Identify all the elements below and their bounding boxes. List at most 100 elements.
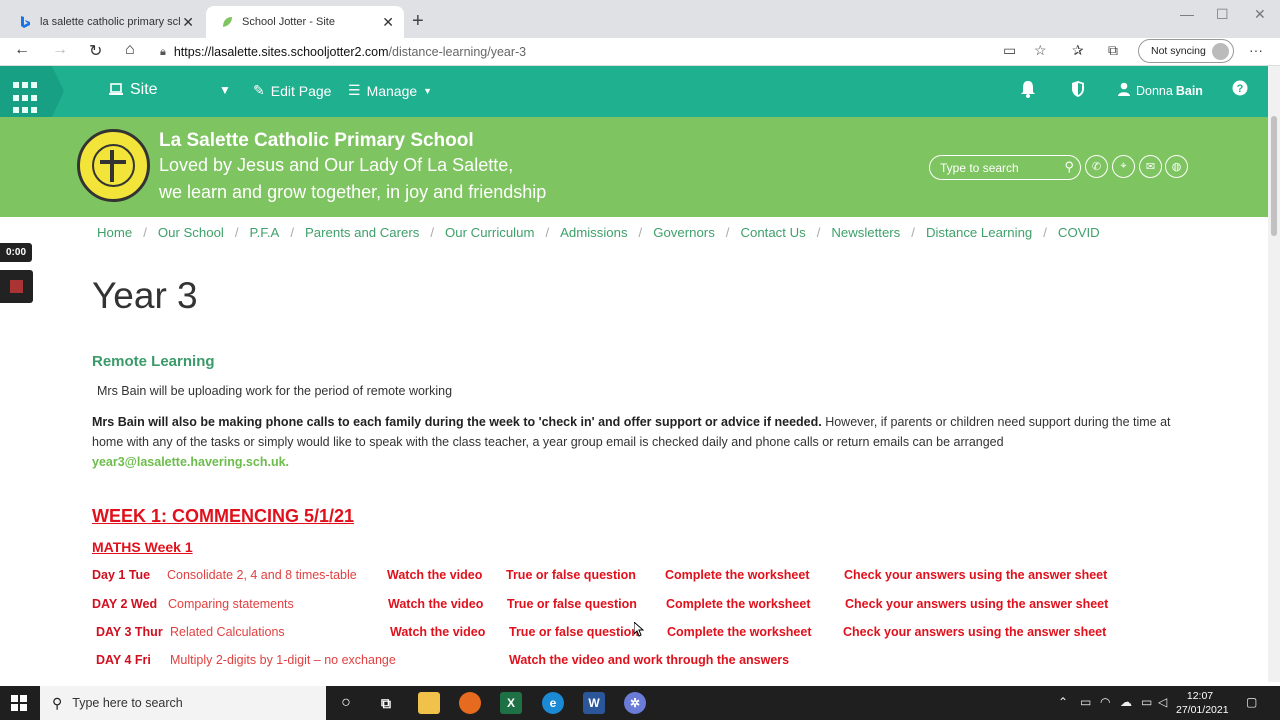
- school-header: La Salette Catholic Primary School Loved…: [0, 117, 1268, 217]
- close-window-icon[interactable]: ✕: [1254, 6, 1266, 23]
- word-icon[interactable]: W: [583, 692, 605, 714]
- nav-item-governors[interactable]: Governors: [653, 225, 715, 243]
- nav-item-parents-and-carers[interactable]: Parents and Carers: [305, 225, 419, 243]
- watch-video-link[interactable]: Watch the video: [390, 625, 485, 639]
- task-view-icon[interactable]: ⧉: [375, 692, 397, 714]
- dropdown-caret-icon[interactable]: ▼: [219, 83, 231, 97]
- settings-app-icon[interactable]: ✲: [624, 692, 646, 714]
- map-pin-icon[interactable]: ⌖: [1112, 155, 1135, 178]
- nav-separator: /: [430, 225, 435, 240]
- firefox-icon[interactable]: [459, 692, 481, 714]
- answer-sheet-link[interactable]: Check your answers using the answer shee…: [844, 568, 1107, 582]
- close-tab-icon[interactable]: ✕: [382, 14, 394, 31]
- forward-arrow-icon[interactable]: →: [52, 41, 68, 59]
- worksheet-link[interactable]: Complete the worksheet: [666, 597, 810, 611]
- worksheet-link[interactable]: Complete the worksheet: [667, 625, 811, 639]
- add-favorite-icon[interactable]: ☆: [1034, 42, 1047, 59]
- admin-bar-chevron: [52, 66, 64, 117]
- maths-heading: MATHS Week 1: [92, 539, 193, 555]
- edit-page-button[interactable]: ✎ Edit Page: [253, 82, 331, 99]
- nav-item-admissions[interactable]: Admissions: [560, 225, 627, 243]
- globe-icon[interactable]: ◍: [1165, 155, 1188, 178]
- wifi-icon[interactable]: ◠: [1100, 695, 1110, 709]
- manage-menu-button[interactable]: ☰ Manage ▼: [348, 82, 432, 99]
- browser-tab-bar: la salette catholic primary school ✕ Sch…: [0, 0, 1280, 38]
- nav-item-distance-learning[interactable]: Distance Learning: [926, 225, 1032, 243]
- taskbar-search-box[interactable]: ⚲ Type here to search: [40, 686, 326, 720]
- excel-icon[interactable]: X: [500, 692, 522, 714]
- nav-item-home[interactable]: Home: [97, 225, 132, 243]
- row-day: DAY 3 Thur: [96, 625, 163, 639]
- site-search-input[interactable]: Type to search ⚲: [929, 155, 1081, 180]
- home-icon[interactable]: ⌂: [125, 41, 135, 59]
- school-motto-line1: Loved by Jesus and Our Lady Of La Salett…: [159, 155, 514, 175]
- minimize-icon[interactable]: —: [1180, 6, 1194, 22]
- nav-item-contact-us[interactable]: Contact Us: [740, 225, 805, 243]
- taskbar-search-placeholder: Type here to search: [72, 696, 183, 710]
- stop-icon: [10, 280, 23, 293]
- maths-row-day2: DAY 2 Wed Comparing statements Watch the…: [0, 597, 1268, 615]
- site-admin-bar: Site ▼ ✎ Edit Page ☰ Manage ▼ Donna Bain…: [0, 66, 1268, 117]
- windows-start-icon[interactable]: [11, 695, 27, 711]
- phone-icon[interactable]: ✆: [1085, 155, 1108, 178]
- new-tab-icon[interactable]: +: [412, 10, 424, 33]
- email-icon[interactable]: ✉: [1139, 155, 1162, 178]
- nav-item-our-curriculum[interactable]: Our Curriculum: [445, 225, 534, 243]
- watch-video-link[interactable]: Watch the video: [388, 597, 483, 611]
- back-arrow-icon[interactable]: ←: [14, 41, 30, 59]
- answer-sheet-link[interactable]: Check your answers using the answer shee…: [843, 625, 1106, 639]
- watch-video-link[interactable]: Watch the video: [387, 568, 482, 582]
- volume-icon[interactable]: ◁: [1158, 695, 1167, 709]
- nav-item-newsletters[interactable]: Newsletters: [831, 225, 900, 243]
- remote-learning-heading: Remote Learning: [92, 353, 215, 370]
- meet-now-icon[interactable]: ▭: [1080, 695, 1091, 709]
- browser-tab-bing[interactable]: la salette catholic primary school ✕: [4, 6, 204, 38]
- scrollbar-thumb[interactable]: [1271, 116, 1277, 236]
- refresh-icon[interactable]: ↻: [89, 41, 102, 61]
- maximize-icon[interactable]: ☐: [1216, 6, 1229, 23]
- site-button[interactable]: Site: [108, 81, 158, 99]
- maths-row-day1: Day 1 Tue Consolidate 2, 4 and 8 times-t…: [0, 568, 1268, 586]
- page-scrollbar[interactable]: [1268, 66, 1280, 682]
- sync-profile-button[interactable]: Not syncing: [1138, 39, 1234, 63]
- url-field[interactable]: 🔒︎ https://lasalette.sites.schooljotter2…: [160, 40, 990, 64]
- nav-item-our-school[interactable]: Our School: [158, 225, 224, 243]
- maths-row-day4: DAY 4 Fri Multiply 2-digits by 1-digit –…: [0, 653, 1268, 671]
- year3-email-link[interactable]: year3@lasalette.havering.sch.uk.: [92, 455, 289, 469]
- edit-page-label: Edit Page: [270, 82, 332, 99]
- lock-icon: 🔒︎: [160, 45, 166, 58]
- apps-grid-icon[interactable]: [0, 66, 52, 117]
- notifications-icon[interactable]: ▢: [1246, 695, 1257, 709]
- display-icon[interactable]: ▭: [1141, 695, 1152, 709]
- true-false-link[interactable]: True or false question: [507, 597, 637, 611]
- nav-item-pfa[interactable]: P.F.A: [250, 225, 280, 243]
- worksheet-link[interactable]: Complete the worksheet: [665, 568, 809, 582]
- onedrive-icon[interactable]: ☁: [1120, 695, 1132, 709]
- true-false-link[interactable]: True or false question: [506, 568, 636, 582]
- favorites-icon[interactable]: ✰: [1072, 42, 1084, 59]
- page-title: Year 3: [92, 275, 198, 316]
- reader-view-icon[interactable]: ▭: [1003, 42, 1016, 59]
- taskbar-clock[interactable]: 12:07 27/01/2021: [1176, 689, 1229, 717]
- nav-separator: /: [638, 225, 643, 240]
- browser-tab-schooljotter[interactable]: School Jotter - Site ✕: [206, 6, 404, 38]
- close-tab-icon[interactable]: ✕: [182, 14, 194, 31]
- answer-sheet-link[interactable]: Check your answers using the answer shee…: [845, 597, 1108, 611]
- true-false-link[interactable]: True or false question: [509, 625, 639, 639]
- more-options-icon[interactable]: ···: [1249, 42, 1263, 58]
- user-menu[interactable]: Donna Bain: [1118, 82, 1203, 99]
- recorder-stop-button[interactable]: [0, 270, 33, 303]
- nav-item-covid[interactable]: COVID: [1058, 225, 1100, 243]
- collections-icon[interactable]: ⧉: [1108, 42, 1118, 59]
- search-icon: ⚲: [52, 694, 63, 711]
- help-icon[interactable]: ?: [1232, 80, 1248, 101]
- tray-chevron-icon[interactable]: ⌃: [1058, 695, 1068, 709]
- search-icon[interactable]: ⚲: [1064, 159, 1074, 175]
- shield-icon[interactable]: [1071, 80, 1085, 103]
- edge-icon[interactable]: e: [542, 692, 564, 714]
- bell-icon[interactable]: [1020, 80, 1036, 103]
- cortana-icon[interactable]: ○: [335, 692, 357, 714]
- watch-video-answers-link[interactable]: Watch the video and work through the ans…: [509, 653, 789, 667]
- school-logo: [77, 129, 150, 202]
- file-explorer-icon[interactable]: [418, 692, 440, 714]
